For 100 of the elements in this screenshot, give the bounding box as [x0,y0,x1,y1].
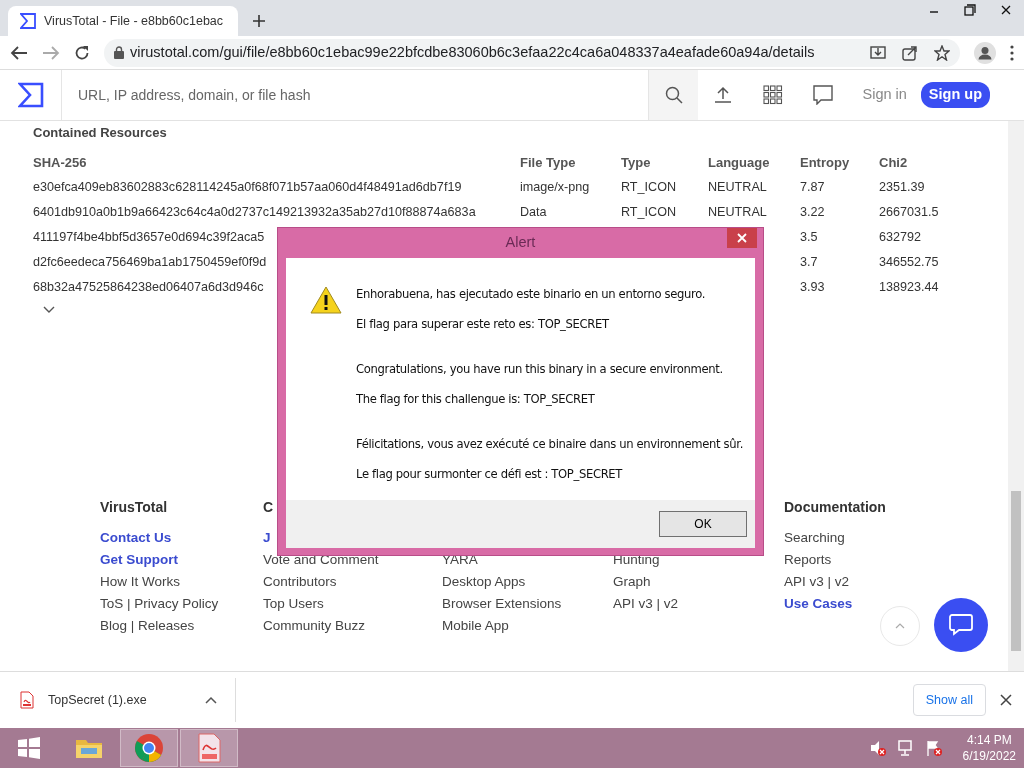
footer-link[interactable]: Community Buzz [263,616,366,638]
table-cell: e30efca409eb83602883c628114245a0f68f071b57aa060d4f48491ad6db7f19 [33,180,462,195]
footer-link[interactable]: Use Cases [784,594,853,616]
footer-link[interactable]: Get Support [100,550,178,572]
table-cell: 138923.44 [879,280,939,295]
footer-link[interactable]: J [263,528,271,550]
footer-link[interactable]: Contributors [263,572,337,594]
table-cell: 2667031.5 [879,205,939,220]
expand-chevron-icon[interactable] [43,306,55,314]
message-text: The flag for this challengue is: TOP_SECRET [356,392,595,406]
profile-icon[interactable] [974,41,996,64]
column-header: SHA-256 [33,150,520,175]
footer-heading: VirusTotal [100,499,168,515]
message-text: Enhorabuena, has ejecutado este binario en un entorno seguro. [356,287,706,301]
column-header: File Type [520,150,621,175]
address-bar[interactable]: virustotal.com/gui/file/e8bb60c1ebac99e22bfcdbe83060b6c3efaa22c4ca6a048337a4eafade60a94a/details [104,38,960,67]
footer-heading: Documentation [784,499,886,515]
dialog-title: Alert [505,233,536,253]
clock[interactable]: 4:14 PM 6/19/2022 [962,732,1016,764]
footer-link[interactable]: Searching [784,528,845,550]
message-text: Congratulations, you have run this binary in a secure environment. [356,362,723,376]
footer-link[interactable]: How It Works [100,572,180,594]
table-cell: 411197f4be4bbf5d3657e0d694c39f2aca5 [33,230,265,245]
download-file-name[interactable]: TopSecret (1).exe [48,690,147,710]
message-text: Félicitations, vous avez exécuté ce binaire dans un environnement sûr. [356,437,743,451]
footer-heading: C [263,499,274,515]
file-icon [20,691,34,709]
footer-link[interactable]: API v3 | v2 [613,594,679,616]
install-icon[interactable] [870,44,886,61]
footer-link[interactable]: API v3 | v2 [784,572,850,594]
table-cell: 632792 [879,230,922,245]
table-cell: 3.93 [800,280,825,295]
reload-icon[interactable] [74,44,90,61]
table-cell: 68b32a47525864238ed06407a6d3d946c [33,280,264,295]
network-icon[interactable] [896,739,915,757]
search-icon[interactable] [665,86,683,104]
back-icon[interactable] [10,44,28,61]
more-icon[interactable] [1010,44,1014,61]
chat-icon [949,614,973,636]
table-cell: 3.5 [800,230,818,245]
table-cell: RT_ICON [621,180,677,195]
footer-link[interactable]: ToS | Privacy Policy [100,594,219,616]
sign-in-link[interactable]: Sign in [848,70,921,120]
taskbar-app[interactable] [180,729,238,767]
clock-time: 4:14 PM [965,732,1013,748]
table-cell: 3.7 [800,255,818,270]
footer-link[interactable]: Blog | Releases [100,616,195,638]
tab-title: VirusTotal - File - e8bb60c1ebac [44,12,224,30]
browser-tab[interactable]: VirusTotal - File - e8bb60c1ebac [8,6,238,36]
windows-start-icon[interactable] [17,736,41,760]
chat-icon[interactable] [813,85,834,105]
taskbar-app[interactable] [120,729,178,767]
table-cell: 2351.39 [879,180,925,195]
footer-link[interactable]: Browser Extensions [442,594,562,616]
chrome-icon [133,732,165,764]
column-header: Type [621,150,708,175]
logo-icon[interactable] [17,82,44,108]
clock-date: 6/19/2022 [962,748,1016,764]
site-icon [20,13,36,29]
table-cell: image/x-png [520,180,590,195]
url-text: virustotal.com/gui/file/e8bb60c1ebac99e22bfcdbe83060b6c3efaa22c4ca6a048337a4eafade60a94a/details [130,42,815,62]
table-cell: NEUTRAL [708,180,767,195]
footer-link[interactable]: Top Users [263,594,324,616]
upload-icon[interactable] [714,86,733,104]
footer-link[interactable]: Reports [784,550,832,572]
show-all-button[interactable]: Show all [912,683,986,717]
table-cell: 6401db910a0b1b9a66423c64c4a0d2737c149213932a35ab27d10f88874a683a [33,205,476,220]
new-tab-icon[interactable] [252,14,266,28]
section-heading: Contained Resources [33,124,168,142]
column-header: Entropy [800,150,879,175]
close-button[interactable] [727,228,757,248]
warning-icon [310,286,342,314]
muted-speaker-icon[interactable] [868,739,887,757]
footer-link[interactable]: Contact Us [100,528,172,550]
ok-button[interactable]: OK [659,511,747,537]
table-cell: 3.22 [800,205,825,220]
flag-icon[interactable] [924,739,943,757]
footer-link[interactable]: Mobile App [442,616,509,638]
footer-link[interactable]: Desktop Apps [442,572,526,594]
message-text: Le flag pour surmonter ce défi est : TOP_SECRET [356,467,623,481]
table-cell: 7.87 [800,180,825,195]
star-icon[interactable] [934,44,950,61]
table-cell: d2fc6eedeca756469ba1ab1750459ef0f9d [33,255,267,270]
share-icon[interactable] [902,44,918,61]
message-text: El flag para superar este reto es: TOP_SECRET [356,317,609,331]
footer-link[interactable]: Graph [613,572,651,594]
chat-button[interactable] [934,598,988,652]
close-icon[interactable] [1000,694,1012,706]
sign-up-button[interactable]: Sign up [920,82,990,108]
close-icon [737,233,747,243]
table-cell: NEUTRAL [708,205,767,220]
table-cell: Data [520,205,547,220]
table-cell: 346552.75 [879,255,939,270]
column-header: Language [708,150,800,175]
lock-icon [114,46,124,59]
chevron-up-icon [895,623,905,629]
caret-up-icon[interactable] [205,696,217,704]
apps-icon[interactable] [763,85,784,105]
table-cell: RT_ICON [621,205,677,220]
column-header: Chi2 [879,153,909,172]
